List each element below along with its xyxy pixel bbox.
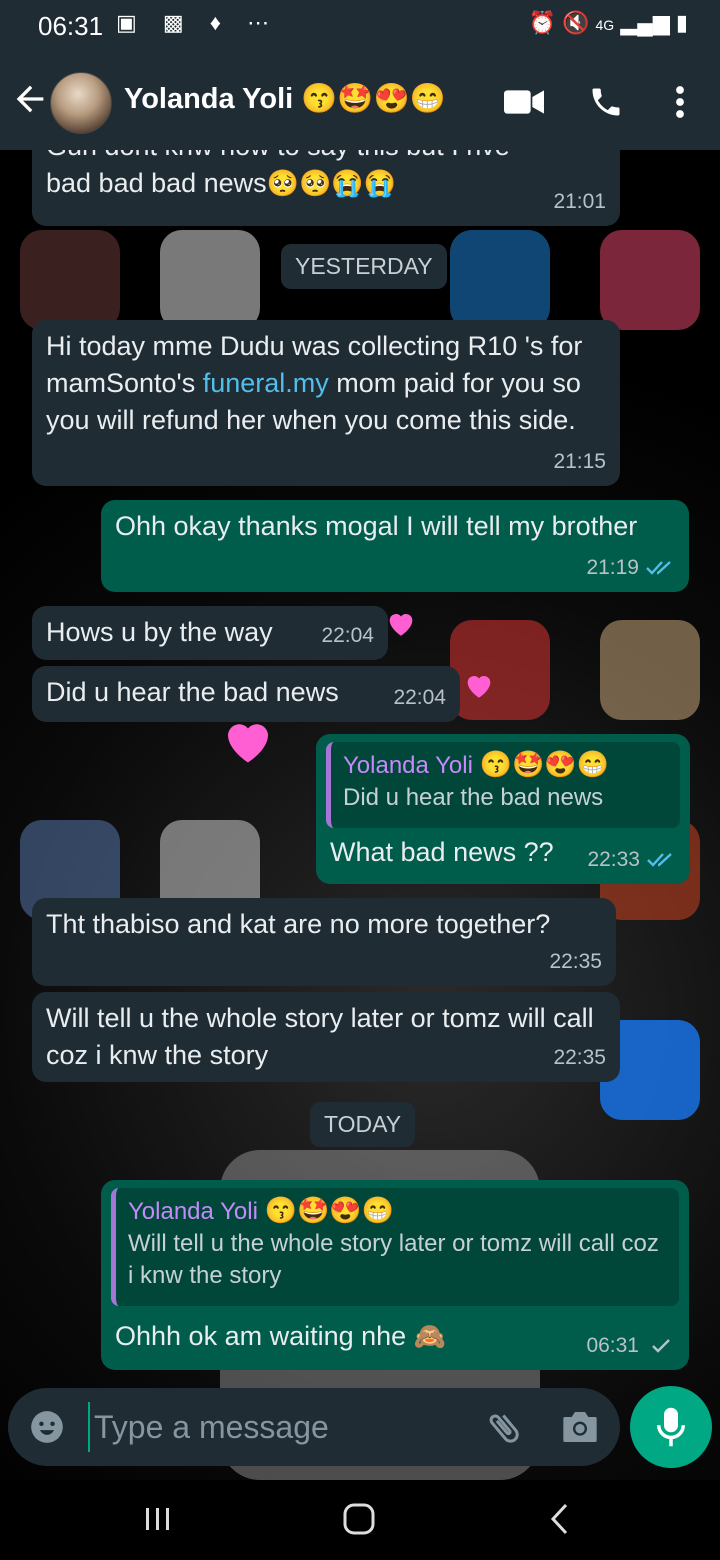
message-meta: 22:35 xyxy=(549,943,602,980)
recents-icon[interactable] xyxy=(144,1504,172,1534)
message-emojis: 🙈 xyxy=(413,1321,447,1351)
notification-icons: ▣ ▩ ♦ ⋯ xyxy=(116,10,280,35)
system-nav-bar xyxy=(0,1480,720,1560)
message-text: What bad news ?? xyxy=(330,837,554,867)
message-text: Will tell u the whole story later or tom… xyxy=(46,1003,594,1070)
emoji-icon[interactable] xyxy=(28,1408,66,1446)
read-ticks-icon xyxy=(647,852,672,867)
alarm-icon: ⏰ xyxy=(528,10,556,35)
date-divider: YESTERDAY xyxy=(281,244,447,289)
message-text: Ohh okay thanks mogal I will tell my bro… xyxy=(115,511,638,541)
message-text: Did u hear the bad news xyxy=(46,677,339,707)
contact-name[interactable]: Yolanda Yoli 😙🤩😍😁 xyxy=(124,82,446,116)
message-incoming[interactable]: Will tell u the whole story later or tom… xyxy=(32,992,620,1082)
message-meta: 22:33 xyxy=(587,841,676,878)
date-divider: TODAY xyxy=(310,1102,416,1147)
message-input[interactable]: Type a message xyxy=(88,1402,484,1452)
quote-text: Did u hear the bad news xyxy=(343,784,604,811)
message-text: Tht thabiso and kat are no more together… xyxy=(46,909,551,939)
contact-name-text: Yolanda Yoli xyxy=(124,83,294,115)
attach-icon[interactable] xyxy=(484,1408,524,1448)
quote-author-emojis: 😙🤩😍😁 xyxy=(479,749,610,779)
quote-text: Will tell u the whole story later or tom… xyxy=(128,1230,659,1289)
system-icons: ⏰ 🔇 4G ▂▄▆ ▮ xyxy=(528,10,688,36)
message-time: 22:04 xyxy=(321,624,374,647)
quote-author-emojis: 😙🤩😍😁 xyxy=(264,1195,395,1225)
heart-sticker-icon xyxy=(389,614,413,636)
message-outgoing-reply[interactable]: Yolanda Yoli 😙🤩😍😁 Did u hear the bad new… xyxy=(316,734,690,884)
message-composer: Type a message xyxy=(8,1388,620,1466)
quoted-message[interactable]: Yolanda Yoli 😙🤩😍😁 Did u hear the bad new… xyxy=(326,742,680,828)
message-time: 22:35 xyxy=(553,1046,606,1069)
message-incoming[interactable]: Hows u by the way 22:04 xyxy=(32,606,388,660)
message-text: Ohhh ok am waiting nhe xyxy=(115,1321,407,1351)
message-time: 22:35 xyxy=(549,950,602,973)
message-meta: 22:04 xyxy=(393,679,446,716)
battery-icon: ▮ xyxy=(675,10,688,35)
heart-sticker-icon xyxy=(467,676,491,698)
sent-tick-icon xyxy=(652,1338,670,1353)
home-icon[interactable] xyxy=(342,1502,376,1536)
message-link[interactable]: funeral.my xyxy=(203,368,329,398)
message-text-partial: Gurl dont knw how to say this but I hve xyxy=(46,150,606,165)
message-time: 22:04 xyxy=(393,686,446,709)
message-meta: 22:35 xyxy=(553,1039,606,1076)
message-meta: 22:04 xyxy=(321,617,374,654)
message-time: 06:31 xyxy=(586,1334,639,1357)
read-ticks-icon xyxy=(646,560,671,575)
status-bar: 06:31 ▣ ▩ ♦ ⋯ ⏰ 🔇 4G ▂▄▆ ▮ xyxy=(0,0,720,52)
signal-icon: ▂▄▆ xyxy=(620,10,670,35)
message-incoming[interactable]: Gurl dont knw how to say this but I hve … xyxy=(32,150,620,226)
message-time: 21:15 xyxy=(553,450,606,473)
message-text: bad bad bad news xyxy=(46,168,267,198)
more-vert-icon[interactable] xyxy=(668,84,692,120)
contact-emojis: 😙🤩😍😁 xyxy=(301,83,446,115)
message-outgoing-reply[interactable]: Yolanda Yoli 😙🤩😍😁 Will tell u the whole … xyxy=(101,1180,689,1370)
chat-header: Yolanda Yoli 😙🤩😍😁 xyxy=(0,52,720,150)
message-time: 21:19 xyxy=(586,556,639,579)
message-meta: 21:15 xyxy=(553,443,606,480)
message-outgoing[interactable]: Ohh okay thanks mogal I will tell my bro… xyxy=(101,500,689,592)
chat-messages[interactable]: Gurl dont knw how to say this but I hve … xyxy=(0,150,720,1380)
message-incoming[interactable]: Hi today mme Dudu was collecting R10 's … xyxy=(32,320,620,486)
back-nav-icon[interactable] xyxy=(548,1502,572,1536)
message-meta: 21:19 xyxy=(586,549,675,586)
message-time: 22:33 xyxy=(587,848,640,871)
video-call-icon[interactable] xyxy=(504,88,544,116)
phone-icon[interactable] xyxy=(588,84,624,120)
network-label: 4G xyxy=(595,17,615,33)
message-incoming[interactable]: Tht thabiso and kat are no more together… xyxy=(32,898,616,986)
back-arrow-icon[interactable] xyxy=(10,76,50,122)
mute-icon: 🔇 xyxy=(561,10,590,35)
mic-button[interactable] xyxy=(630,1386,712,1468)
quoted-message[interactable]: Yolanda Yoli 😙🤩😍😁 Will tell u the whole … xyxy=(111,1188,679,1306)
message-time: 21:01 xyxy=(553,190,606,213)
quote-author: Yolanda Yoli xyxy=(343,752,473,779)
message-meta: 06:31 xyxy=(586,1327,675,1364)
avatar[interactable] xyxy=(50,72,112,134)
status-time: 06:31 xyxy=(38,11,104,41)
message-text: Hows u by the way xyxy=(46,617,273,647)
mic-icon xyxy=(657,1407,685,1447)
message-incoming[interactable]: Did u hear the bad news 22:04 xyxy=(32,666,460,722)
message-emojis: 🥺🥺😭😭 xyxy=(266,168,397,198)
message-meta: 21:01 xyxy=(553,183,606,220)
camera-icon[interactable] xyxy=(560,1408,600,1446)
quote-author: Yolanda Yoli xyxy=(128,1198,258,1225)
